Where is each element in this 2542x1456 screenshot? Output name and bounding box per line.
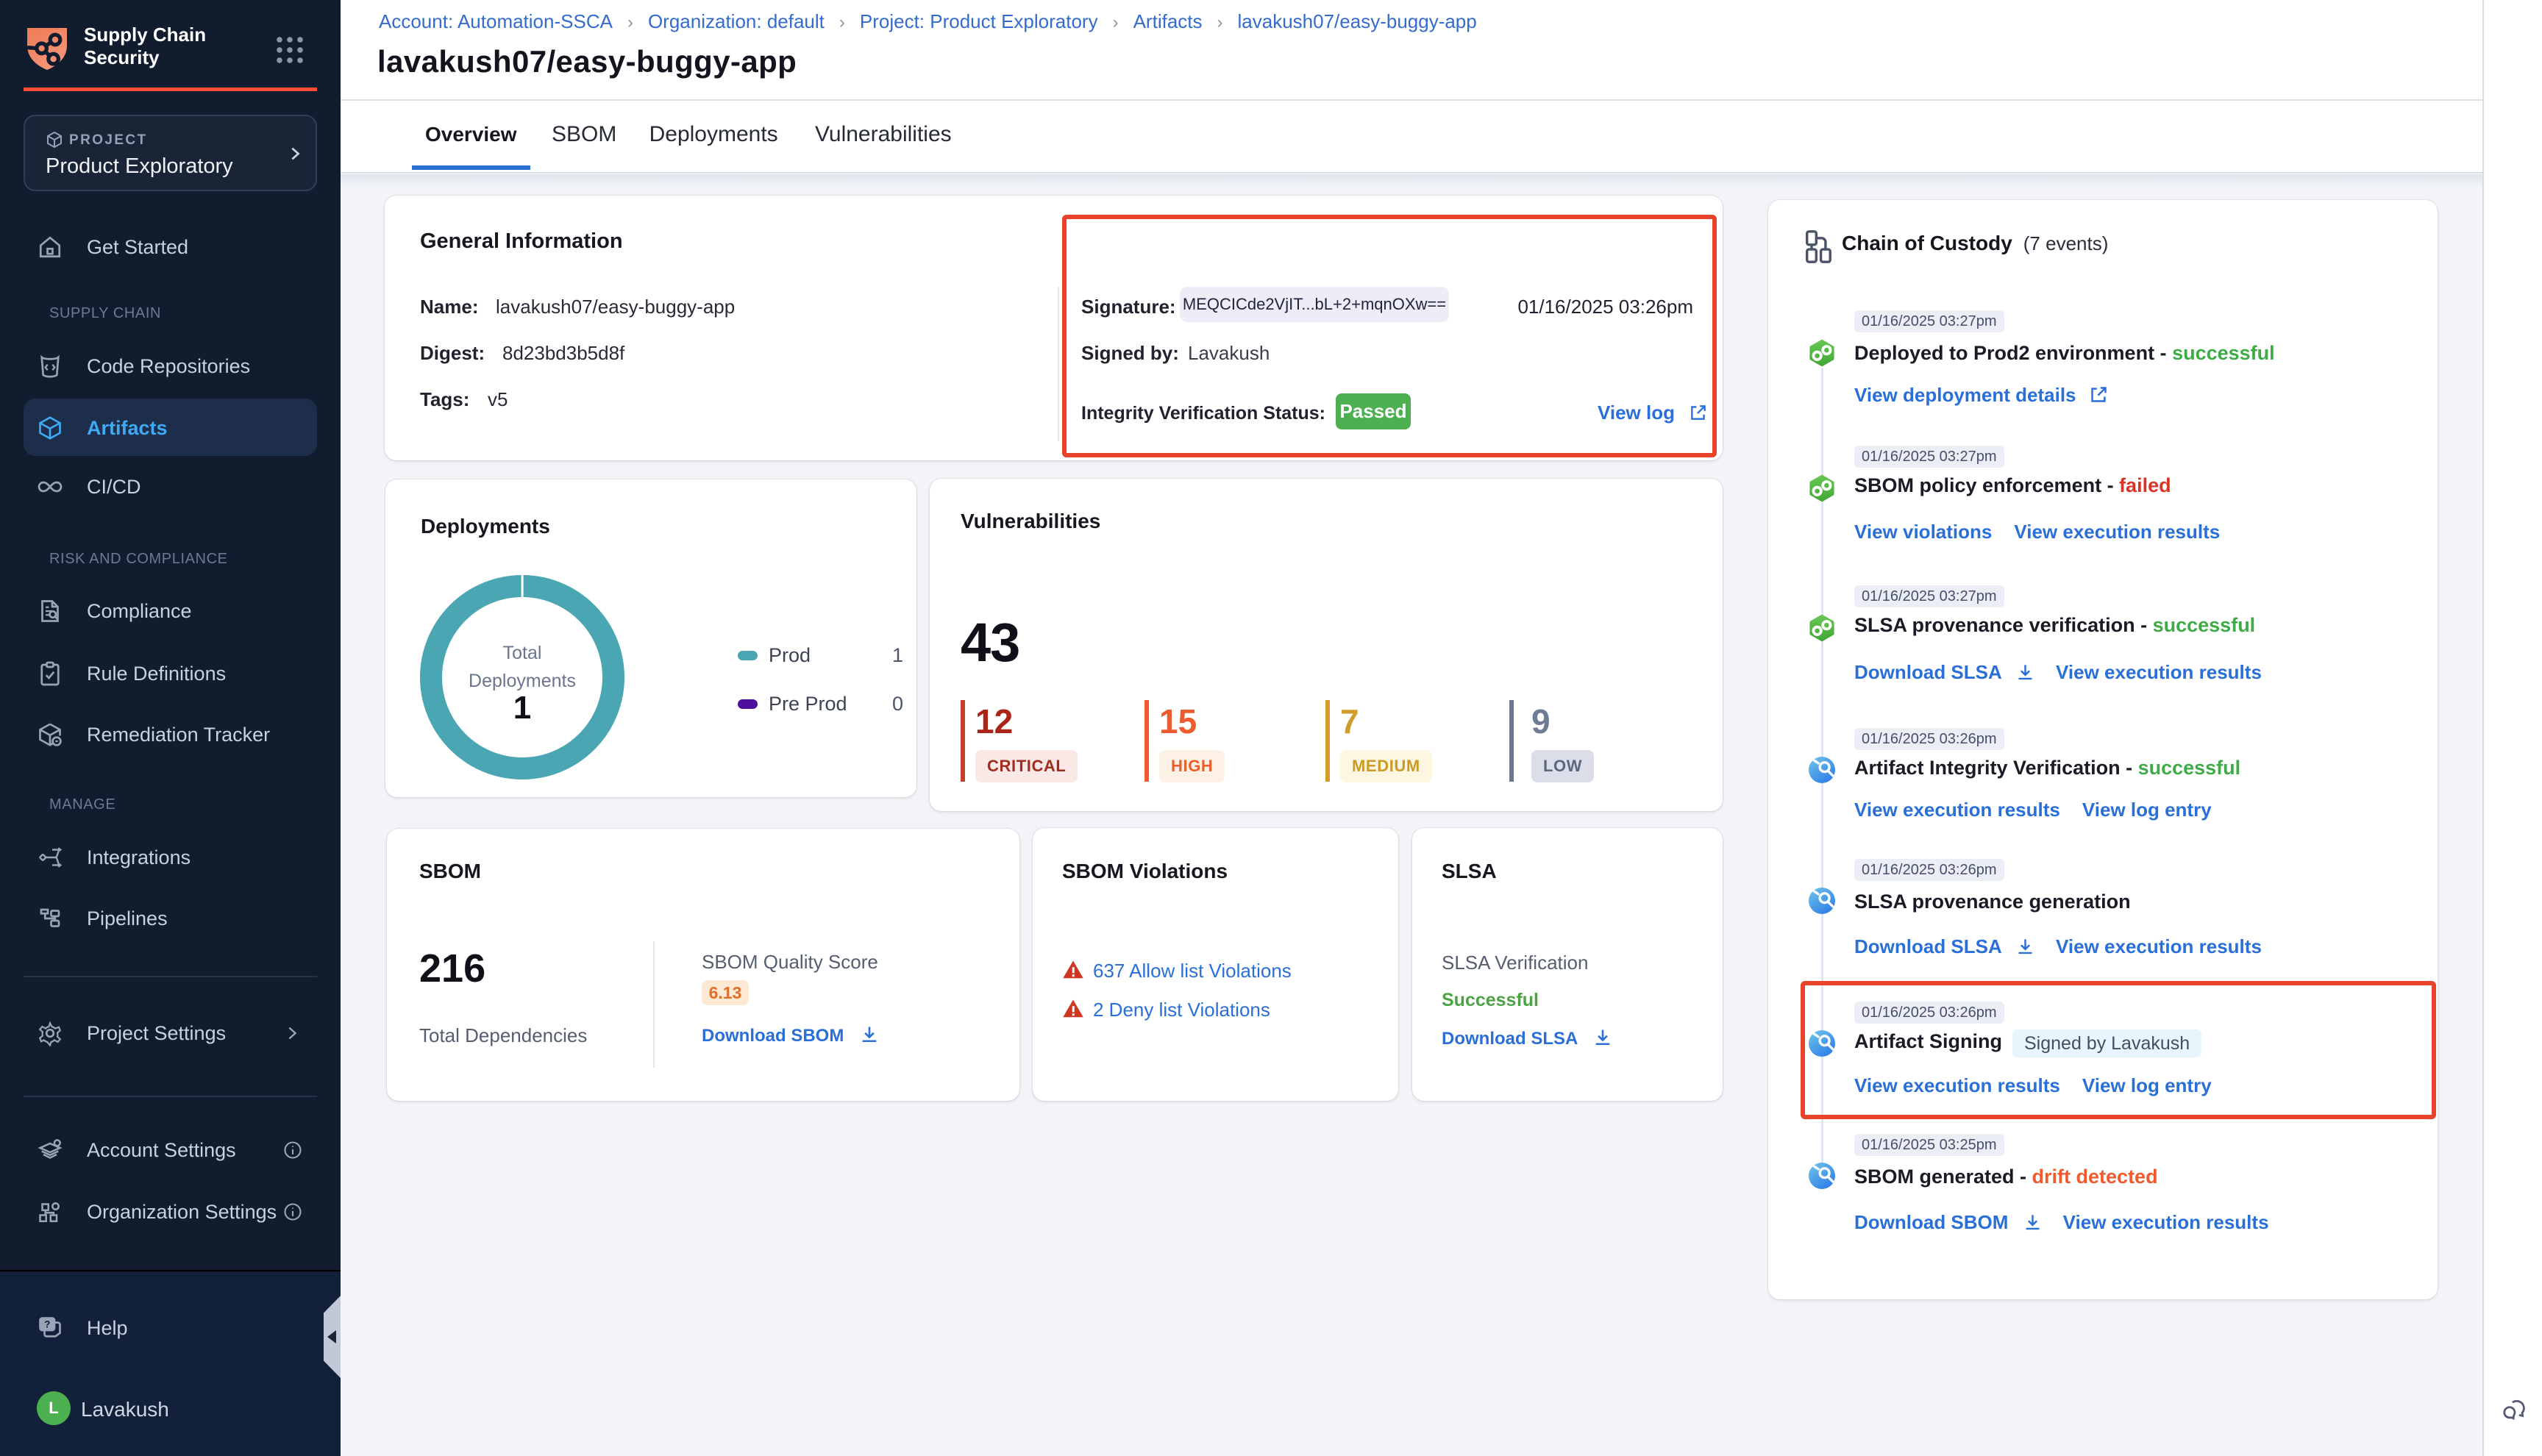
svg-text:?: ?	[44, 1318, 50, 1330]
